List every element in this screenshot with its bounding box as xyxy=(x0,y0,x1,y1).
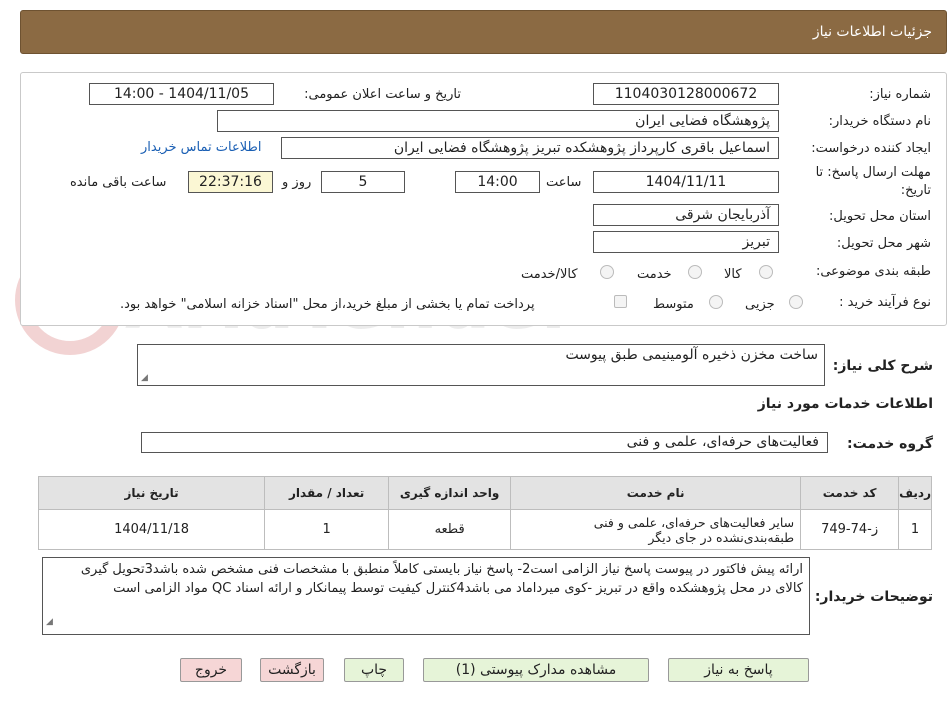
reply-button[interactable]: پاسخ به نیاز xyxy=(668,658,809,682)
need-number-label: شماره نیاز: xyxy=(869,87,931,102)
time-label: ساعت xyxy=(546,175,582,190)
col-name: نام خدمت xyxy=(510,476,802,510)
process-label: نوع فرآیند خرید : xyxy=(839,295,931,310)
cell-row: 1 xyxy=(898,509,932,550)
resize-grip-icon[interactable]: ◢ xyxy=(141,373,148,383)
service-group-label: گروه خدمت: xyxy=(847,436,933,452)
payment-note: پرداخت تمام یا بخشی از مبلغ خرید،از محل … xyxy=(120,297,535,312)
need-number-field: 1104030128000672 xyxy=(593,83,779,105)
announce-field: 1404/11/05 - 14:00 xyxy=(89,83,274,105)
process-medium-radio[interactable] xyxy=(709,295,723,309)
table-header-row: ردیف کد خدمت نام خدمت واحد اندازه گیری ت… xyxy=(37,476,932,510)
col-date: تاریخ نیاز xyxy=(37,476,266,510)
days-field: 5 xyxy=(321,171,405,193)
page-title: جزئیات اطلاعات نیاز xyxy=(812,24,932,40)
attachments-button[interactable]: مشاهده مدارک پیوستی (1) xyxy=(423,658,649,682)
cell-name: سایر فعالیت‌های حرفه‌ای، علمی و فنی طبقه… xyxy=(510,509,802,550)
col-qty: تعداد / مقدار xyxy=(264,476,390,510)
summary-field: ساخت مخزن ذخیره آلومینیمی طبق پیوست ◢ xyxy=(137,344,825,386)
category-goods-label: کالا xyxy=(724,267,742,282)
creator-field: اسماعیل باقری کارپرداز پژوهشکده تبریز پژ… xyxy=(281,137,779,159)
summary-label: شرح کلی نیاز: xyxy=(832,358,933,374)
resize-grip-icon[interactable]: ◢ xyxy=(46,613,53,632)
category-service-label: خدمت xyxy=(637,267,672,282)
cell-unit: قطعه xyxy=(388,509,512,550)
table-row: 1 ز-74-749 سایر فعالیت‌های حرفه‌ای، علمی… xyxy=(37,509,932,550)
buyer-notes-field: ارائه پیش فاکتور در پیوست پاسخ نیاز الزا… xyxy=(42,557,810,635)
cell-code: ز-74-749 xyxy=(800,509,900,550)
exit-button[interactable]: خروج xyxy=(180,658,242,682)
buyer-label: نام دستگاه خریدار: xyxy=(828,114,931,129)
city-label: شهر محل تحویل: xyxy=(836,236,931,251)
process-minor-radio[interactable] xyxy=(789,295,803,309)
process-minor-label: جزیی xyxy=(745,297,775,312)
col-unit: واحد اندازه گیری xyxy=(388,476,512,510)
buyer-field: پژوهشگاه فضایی ایران xyxy=(217,110,779,132)
back-button[interactable]: بازگشت xyxy=(260,658,324,682)
summary-text: ساخت مخزن ذخیره آلومینیمی طبق پیوست xyxy=(565,347,818,363)
category-service-radio[interactable] xyxy=(688,265,702,279)
category-both-label: کالا/خدمت xyxy=(521,267,578,282)
city-field: تبریز xyxy=(593,231,779,253)
cell-qty: 1 xyxy=(264,509,390,550)
process-medium-label: متوسط xyxy=(653,297,694,312)
services-section-title: اطلاعات خدمات مورد نیاز xyxy=(757,396,933,412)
treasury-checkbox[interactable] xyxy=(614,295,627,308)
category-both-radio[interactable] xyxy=(600,265,614,279)
print-button[interactable]: چاپ xyxy=(344,658,404,682)
province-label: استان محل تحویل: xyxy=(829,209,931,224)
category-label: طبقه بندی موضوعی: xyxy=(815,264,931,279)
col-row: ردیف xyxy=(898,476,932,510)
page-header: جزئیات اطلاعات نیاز xyxy=(20,10,947,54)
services-table: ردیف کد خدمت نام خدمت واحد اندازه گیری ت… xyxy=(37,476,932,550)
remaining-label: ساعت باقی مانده xyxy=(70,175,167,190)
creator-label: ایجاد کننده درخواست: xyxy=(811,141,931,156)
deadline-label: مهلت ارسال پاسخ: تا xyxy=(815,165,931,180)
deadline-date-field: 1404/11/11 xyxy=(593,171,779,193)
category-goods-radio[interactable] xyxy=(759,265,773,279)
cell-date: 1404/11/18 xyxy=(37,509,266,550)
buyer-notes-label: توضیحات خریدار: xyxy=(814,589,933,605)
remaining-time-field: 22:37:16 xyxy=(188,171,273,193)
days-label: روز و xyxy=(282,175,312,190)
announce-label: تاریخ و ساعت اعلان عمومی: xyxy=(304,87,461,102)
col-code: کد خدمت xyxy=(800,476,900,510)
buyer-notes-text: ارائه پیش فاکتور در پیوست پاسخ نیاز الزا… xyxy=(80,562,803,596)
deadline-time-field: 14:00 xyxy=(455,171,540,193)
service-group-field: فعالیت‌های حرفه‌ای، علمی و فنی xyxy=(141,432,828,453)
deadline-label-date: تاریخ: xyxy=(900,183,931,198)
province-field: آذربایجان شرقی xyxy=(593,204,779,226)
buyer-contact-link[interactable]: اطلاعات تماس خریدار xyxy=(141,140,261,155)
